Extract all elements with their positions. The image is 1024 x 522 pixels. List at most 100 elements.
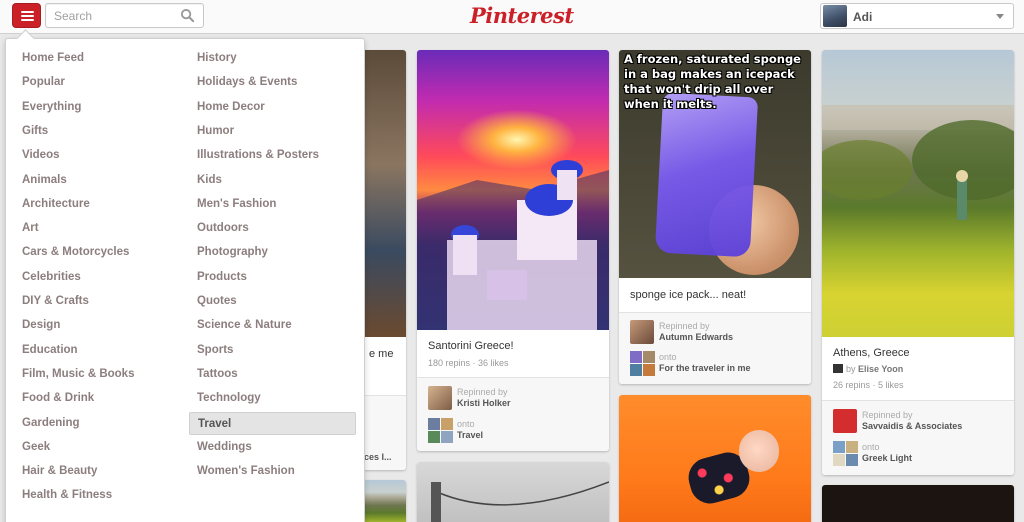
repinned-by-label: Repinned by xyxy=(862,410,913,420)
category-humor[interactable]: Humor xyxy=(189,120,356,143)
pin-image[interactable] xyxy=(417,462,609,522)
pin-card-athens[interactable]: Athens, Greece by Elise Yoon 26 repins ·… xyxy=(822,50,1014,475)
category-everything[interactable]: Everything xyxy=(14,96,180,119)
category-film-music-and-books[interactable]: Film, Music & Books xyxy=(14,363,180,386)
source-avatar-icon xyxy=(833,364,843,373)
category-education[interactable]: Education xyxy=(14,339,180,362)
category-outdoors[interactable]: Outdoors xyxy=(189,217,356,240)
category-science-and-nature[interactable]: Science & Nature xyxy=(189,314,356,337)
pinterest-logo[interactable]: Pinterest xyxy=(470,3,574,28)
pin-stats: 26 repins · 5 likes xyxy=(833,380,904,390)
pin-description: Santorini Greece! xyxy=(428,340,514,352)
category-design[interactable]: Design xyxy=(14,314,180,337)
repin-count: 180 repins xyxy=(428,358,471,368)
avatar xyxy=(823,5,847,27)
category-cars-and-motorcycles[interactable]: Cars & Motorcycles xyxy=(14,241,180,264)
pin-image[interactable] xyxy=(822,50,1014,337)
santorini-scene xyxy=(417,160,609,330)
pin-board-name[interactable]: ces I... xyxy=(364,452,392,462)
pin-image[interactable] xyxy=(619,395,811,522)
chevron-down-icon xyxy=(996,14,1004,19)
menu-icon-bar xyxy=(21,15,34,17)
category-dropdown: Home Feed Popular Everything Gifts Videos Ani… xyxy=(5,38,365,522)
category-menu-button[interactable] xyxy=(12,3,41,28)
onto-label: onto xyxy=(659,352,677,362)
category-art[interactable]: Art xyxy=(14,217,180,240)
category-hair-and-beauty[interactable]: Hair & Beauty xyxy=(14,460,180,483)
category-travel[interactable]: Travel xyxy=(189,411,356,435)
board-name[interactable]: Travel xyxy=(457,430,483,440)
category-kids[interactable]: Kids xyxy=(189,169,356,192)
category-tattoos[interactable]: Tattoos xyxy=(189,363,356,386)
category-celebrities[interactable]: Celebrities xyxy=(14,266,180,289)
pin-image[interactable] xyxy=(417,50,609,330)
category-gardening[interactable]: Gardening xyxy=(14,412,180,435)
repinned-by-user[interactable]: Savvaidis & Associates xyxy=(862,421,962,431)
onto-label: onto xyxy=(862,442,880,452)
category-gifts[interactable]: Gifts xyxy=(14,120,180,143)
category-animals[interactable]: Animals xyxy=(14,169,180,192)
board-name[interactable]: Greek Light xyxy=(862,453,912,463)
pin-description: Athens, Greece xyxy=(833,347,910,359)
pin-card[interactable] xyxy=(417,462,609,522)
avatar xyxy=(833,409,857,433)
sponge-bag-shape xyxy=(654,92,759,258)
category-holidays-and-events[interactable]: Holidays & Events xyxy=(189,71,356,94)
board-name[interactable]: For the traveler in me xyxy=(659,363,751,373)
category-sports[interactable]: Sports xyxy=(189,339,356,362)
category-health-and-fitness[interactable]: Health & Fitness xyxy=(14,484,180,507)
pin-stats: 180 repins · 36 likes xyxy=(428,358,509,368)
user-menu[interactable]: Adi xyxy=(820,3,1014,29)
pin-image[interactable]: A frozen, saturated sponge in a bag make… xyxy=(619,50,811,278)
search-input[interactable] xyxy=(46,4,176,27)
category-geek[interactable]: Geek xyxy=(14,436,180,459)
pin-attribution: Repinned by Autumn Edwards onto For the … xyxy=(619,312,811,384)
like-count: 5 likes xyxy=(878,380,904,390)
avatar xyxy=(630,320,654,344)
pin-card[interactable] xyxy=(619,395,811,522)
category-diy-and-crafts[interactable]: DIY & Crafts xyxy=(14,290,180,313)
repinned-by-label: Repinned by xyxy=(659,321,710,331)
repinned-by-user[interactable]: Kristi Holker xyxy=(457,398,511,408)
repinned-by-label: Repinned by xyxy=(457,387,508,397)
category-products[interactable]: Products xyxy=(189,266,356,289)
pin-attribution: Repinned by Kristi Holker onto Travel xyxy=(417,377,609,451)
by-label: by xyxy=(846,364,856,374)
category-photography[interactable]: Photography xyxy=(189,241,356,264)
repinned-by-user[interactable]: Autumn Edwards xyxy=(659,332,733,342)
top-header: Pinterest Adi xyxy=(0,0,1024,34)
baby-head-shape xyxy=(739,430,779,472)
board-thumbnail xyxy=(428,418,453,443)
category-videos[interactable]: Videos xyxy=(14,144,180,167)
category-architecture[interactable]: Architecture xyxy=(14,193,180,216)
category-women-s-fashion[interactable]: Women's Fashion xyxy=(189,460,356,483)
meme-caption: A frozen, saturated sponge in a bag make… xyxy=(624,52,801,111)
pin-card-sponge[interactable]: A frozen, saturated sponge in a bag make… xyxy=(619,50,811,384)
board-thumbnail xyxy=(833,441,858,466)
pin-description: e me xyxy=(369,348,394,360)
board-thumbnail xyxy=(630,351,655,376)
category-quotes[interactable]: Quotes xyxy=(189,290,356,313)
user-name: Adi xyxy=(853,10,873,24)
pin-description: sponge ice pack... neat! xyxy=(630,289,747,301)
category-weddings[interactable]: Weddings xyxy=(189,436,356,459)
category-home-feed[interactable]: Home Feed xyxy=(14,47,180,70)
category-home-decor[interactable]: Home Decor xyxy=(189,96,356,119)
category-food-and-drink[interactable]: Food & Drink xyxy=(14,387,180,410)
pin-image[interactable] xyxy=(822,485,1014,522)
category-men-s-fashion[interactable]: Men's Fashion xyxy=(189,193,356,216)
category-history[interactable]: History xyxy=(189,47,356,70)
search-icon[interactable] xyxy=(180,8,195,23)
avatar xyxy=(428,386,452,410)
category-popular[interactable]: Popular xyxy=(14,71,180,94)
string-lights-scene xyxy=(431,481,609,522)
pin-card[interactable] xyxy=(822,485,1014,522)
pin-card-santorini[interactable]: Santorini Greece! 180 repins · 36 likes … xyxy=(417,50,609,451)
category-technology[interactable]: Technology xyxy=(189,387,356,410)
category-illustrations-and-posters[interactable]: Illustrations & Posters xyxy=(189,144,356,167)
menu-icon-bar xyxy=(21,19,34,21)
onto-label: onto xyxy=(457,419,475,429)
pin-attribution: Repinned by Savvaidis & Associates onto … xyxy=(822,400,1014,475)
pin-source[interactable]: by Elise Yoon xyxy=(833,364,903,374)
repin-count: 26 repins xyxy=(833,380,871,390)
